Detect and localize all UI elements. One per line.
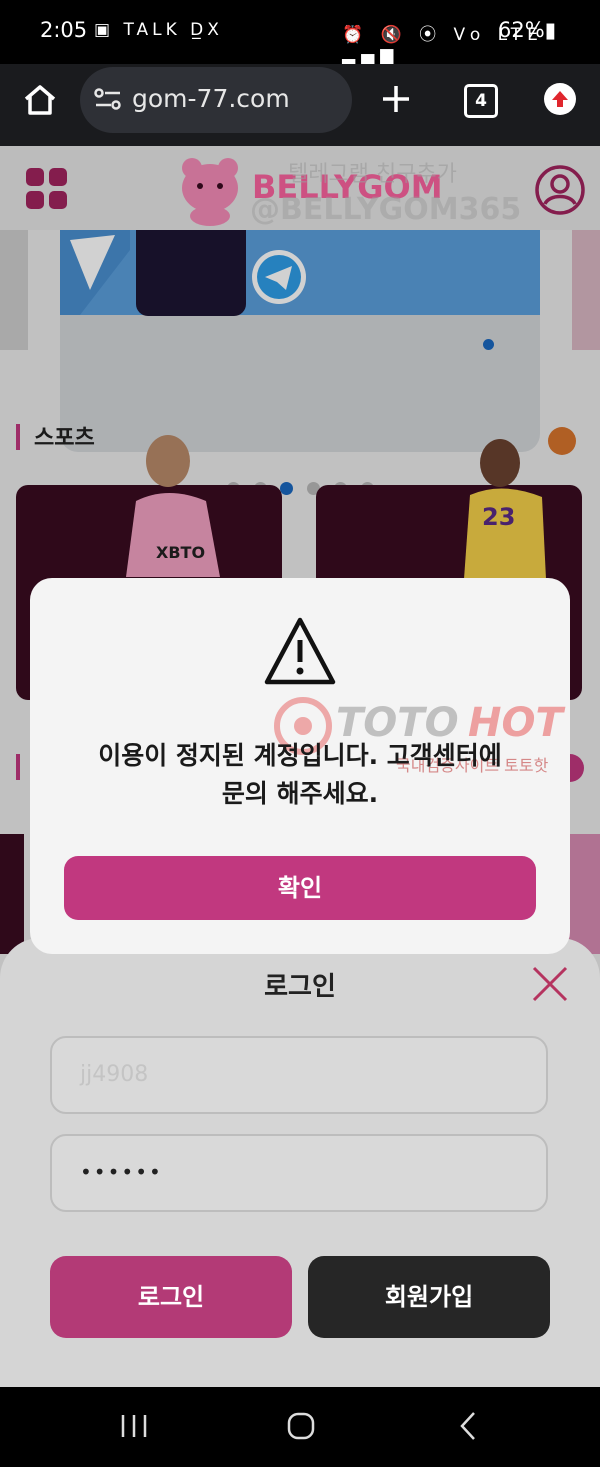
arrow-up-icon [552,91,568,107]
browser-toolbar: gom-77.com 4 [0,64,600,146]
home-icon[interactable] [22,82,58,118]
password-field[interactable]: •••••• [50,1134,548,1212]
tab-count: 4 [475,91,487,111]
url-text[interactable]: gom-77.com [132,84,290,113]
password-value: •••••• [80,1160,163,1184]
battery-indicator: 62%▮ [498,18,557,42]
signup-button[interactable]: 회원가입 [308,1256,550,1338]
update-button[interactable] [544,83,576,115]
username-field[interactable]: jj4908 [50,1036,548,1114]
recent-apps-icon[interactable] [120,1413,148,1439]
warning-icon [264,617,336,685]
system-nav-bar [0,1387,600,1467]
dialog-message-line1: 이용이 정지된 계정입니다. 고객센터에 [98,741,502,770]
system-icons: ⏰ 🔇 ⦿ Vo LTE ▂▄▆ [342,25,544,65]
login-title: 로그인 [264,972,336,1002]
close-icon[interactable] [532,966,568,1002]
site-settings-icon[interactable] [94,86,122,112]
notification-icons: ▣ TALK D̲X [94,20,223,40]
alert-dialog: TOTO HOT 국내검증사이트 토토핫 이용이 정지된 계정입니다. 고객센터… [30,578,570,954]
dialog-message-line2: 문의 해주세요. [221,779,379,808]
status-bar: 2:05 ▣ TALK D̲X ⏰ 🔇 ⦿ Vo LTE ▂▄▆ 62%▮ [0,0,600,65]
new-tab-icon[interactable] [381,84,411,114]
username-value: jj4908 [80,1062,149,1087]
home-nav-icon[interactable] [286,1411,316,1441]
back-icon[interactable] [458,1411,478,1441]
confirm-button[interactable]: 확인 [64,856,536,920]
login-sheet: 로그인 jj4908 •••••• 로그인 회원가입 [0,938,600,1387]
tab-switcher-button[interactable]: 4 [464,84,498,118]
login-button[interactable]: 로그인 [50,1256,292,1338]
status-time: 2:05 [40,18,88,42]
